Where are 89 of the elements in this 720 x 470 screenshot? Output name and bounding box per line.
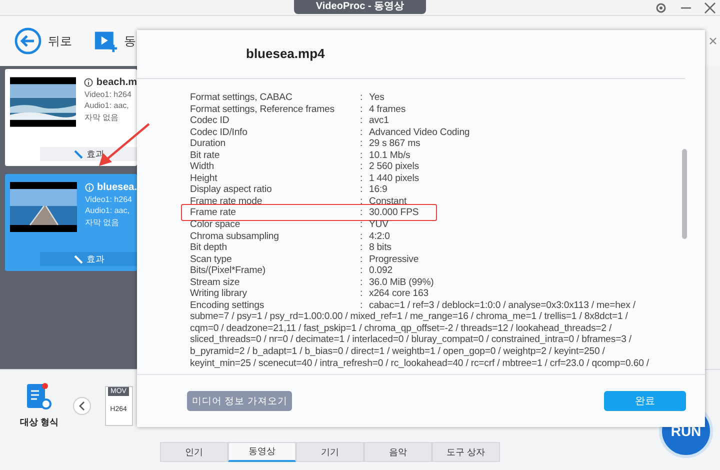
property-label: Height: [190, 172, 218, 184]
info-icon[interactable]: [84, 78, 94, 87]
property-label: Encoding settings: [190, 300, 266, 312]
separator: :: [360, 161, 364, 173]
audio-info: Audio1: aac,: [84, 206, 130, 215]
property-value: cabac=1 / ref=3 / deblock=1:0:0 / analyse=0x3:0x113 / me=hex /: [369, 300, 636, 312]
window-title: VideoProc - 동영상: [294, 0, 426, 14]
file-name: bluesea.: [96, 182, 137, 193]
audio-info: Audio1: aac,: [84, 101, 130, 110]
property-value: 30.000 FPS: [369, 207, 419, 220]
property-value: YUV: [369, 219, 388, 231]
category-tab[interactable]: 동영상: [228, 442, 296, 462]
separator: :: [360, 254, 364, 266]
property-value: keyint_min=25 / scenecut=40 / intra_refresh=0 / rc_lookahead=40 / rc=crf / mbtree=1 / crf=23.0 / qcomp=0.60 /: [190, 358, 650, 370]
dialog-title: bluesea.mp4: [137, 30, 685, 79]
close-icon[interactable]: [704, 2, 716, 14]
separator: :: [360, 219, 364, 231]
property-label: Stream size: [190, 276, 241, 288]
property-value: Yes: [369, 92, 384, 104]
category-tab[interactable]: 음악: [364, 442, 432, 462]
target-format-label: 대상 형식: [20, 416, 59, 429]
property-label: Bit depth: [190, 242, 228, 254]
property-label: Chroma subsampling: [190, 230, 280, 242]
chevron-left-icon: [78, 401, 86, 411]
subtitle-info: 자막 없음: [84, 112, 120, 123]
file-name: beach.m: [96, 77, 137, 88]
property-value: x264 core 163: [369, 288, 429, 300]
property-value: 4:2:0: [369, 230, 390, 242]
category-tab[interactable]: 기기: [296, 442, 364, 462]
video-info: Video1: h264: [84, 90, 132, 99]
video-info: Video1: h264: [84, 195, 133, 204]
document-gear-icon[interactable]: [26, 383, 52, 411]
property-label: Bit rate: [190, 150, 221, 162]
property-label: Frame rate mode: [190, 196, 264, 208]
property-value: avc1: [369, 115, 389, 127]
separator: :: [360, 276, 364, 288]
subtitle-info: 자막 없음: [84, 217, 120, 228]
property-label: Writing library: [190, 288, 248, 300]
separator: :: [360, 288, 364, 300]
property-label: Width: [190, 161, 216, 173]
property-value: 29 s 867 ms: [369, 138, 420, 150]
property-label: Display aspect ratio: [190, 184, 273, 196]
property-value: 1 440 pixels: [369, 172, 420, 184]
property-value: 8 bits: [369, 242, 392, 254]
category-tab[interactable]: 도구 상자: [432, 442, 500, 462]
property-label: Format settings, CABAC: [190, 92, 294, 104]
property-value: Advanced Video Coding: [369, 126, 470, 138]
property-value: subme=7 / psy=1 / psy_rd=1.00:0.00 / mixed_ref=1 / me_range=16 / chroma_me=1 / trellis=1 / 8x8dct=1 /: [190, 311, 629, 323]
separator: :: [360, 207, 364, 220]
property-label: Codec ID: [190, 115, 230, 127]
separator: :: [360, 150, 364, 162]
separator: :: [360, 126, 364, 138]
property-value: Progressive: [369, 254, 419, 266]
property-value: 0.092: [369, 265, 393, 277]
property-value: Constant: [369, 196, 407, 208]
separator: :: [360, 115, 364, 127]
separator: :: [360, 172, 364, 184]
category-tab[interactable]: 인기: [160, 442, 228, 462]
separator: :: [360, 300, 364, 312]
property-label: Codec ID/Info: [190, 126, 248, 138]
property-value: b_pyramid=2 / b_adapt=1 / b_bias=0 / direct=1 / weightb=1 / open_gop=0 / weightp=2 / keyint=250 /: [190, 346, 606, 358]
property-value: 2 560 pixels: [369, 161, 420, 173]
property-label: Frame rate: [190, 207, 237, 220]
previous-button[interactable]: [72, 397, 91, 415]
wand-icon: [72, 149, 82, 159]
separator: :: [360, 196, 364, 208]
separator: :: [360, 242, 364, 254]
separator: :: [360, 230, 364, 242]
settings-icon[interactable]: [654, 1, 668, 15]
back-button[interactable]: 뒤로: [10, 27, 76, 55]
separator: :: [360, 265, 364, 277]
property-label: Duration: [190, 138, 226, 150]
property-label: Format settings, Reference frames: [190, 104, 336, 116]
property-label: Bits/(Pixel*Frame): [190, 265, 266, 277]
wand-icon: [72, 254, 82, 264]
property-value: 10.1 Mb/s: [369, 150, 410, 162]
property-value: 16:9: [369, 184, 388, 196]
property-value: 4 frames: [369, 104, 406, 116]
property-label: Color space: [190, 219, 242, 231]
scrollbar[interactable]: [682, 149, 687, 239]
separator: :: [360, 184, 364, 196]
separator: :: [360, 138, 364, 150]
property-value: sliced_threads=0 / nr=0 / decimate=1 / interlaced=0 / bluray_compat=0 / constrained_intra=0 / bframes=3 /: [190, 334, 632, 346]
close-icon[interactable]: [709, 37, 717, 45]
separator: :: [360, 104, 364, 116]
property-value: 36.0 MiB (99%): [369, 276, 434, 288]
property-value: cqm=0 / deadzone=21,11 / fast_pskip=1 / chroma_qp_offset=-2 / threads=12 / lookahead_threads=2 /: [190, 322, 613, 334]
property-label: Scan type: [190, 254, 233, 266]
separator: :: [360, 92, 364, 104]
